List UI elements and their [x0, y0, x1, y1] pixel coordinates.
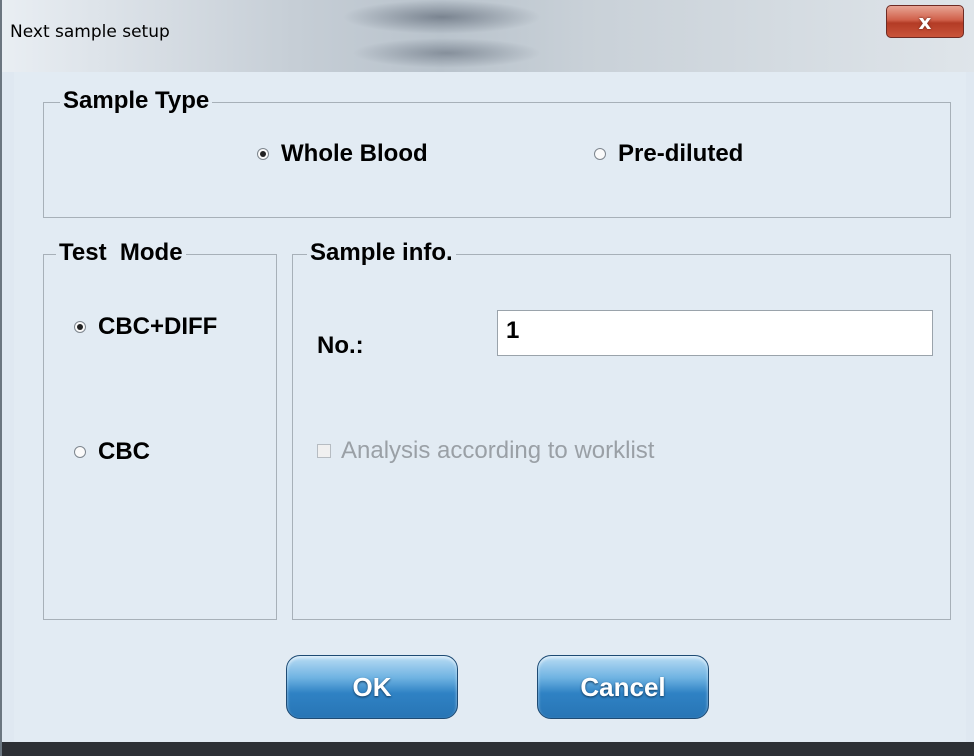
ok-button[interactable]: OK	[286, 655, 458, 719]
radio-cbc[interactable]: CBC	[74, 438, 150, 466]
sample-info-legend: Sample info.	[307, 239, 456, 267]
radio-selected-icon	[257, 148, 269, 160]
worklist-checkbox[interactable]: Analysis according to worklist	[317, 437, 654, 465]
radio-cbc-diff[interactable]: CBC+DIFF	[74, 313, 217, 341]
radio-whole-blood[interactable]: Whole Blood	[257, 140, 428, 168]
sample-type-legend: Sample Type	[60, 87, 213, 115]
window-title: Next sample setup	[10, 22, 170, 42]
checkbox-icon	[317, 444, 331, 458]
dialog-window: Next sample setup x Sample Type Whole Bl…	[0, 0, 974, 756]
close-icon: x	[918, 9, 932, 34]
window-bottom-edge	[2, 742, 974, 756]
background-blur	[352, 38, 542, 68]
radio-label: Whole Blood	[281, 140, 428, 167]
sample-number-label: No.:	[317, 332, 364, 359]
radio-label: Pre-diluted	[618, 140, 744, 167]
sample-info-group: Sample info. No.: 1 Analysis according t…	[292, 239, 951, 620]
sample-number-input[interactable]: 1	[497, 310, 933, 356]
worklist-checkbox-label: Analysis according to worklist	[341, 437, 655, 464]
radio-unselected-icon	[594, 148, 606, 160]
sample-type-group: Sample Type Whole Blood Pre-diluted	[43, 87, 951, 218]
radio-label: CBC	[98, 438, 150, 465]
radio-unselected-icon	[74, 446, 86, 458]
radio-label: CBC+DIFF	[98, 313, 218, 340]
dialog-body: Sample Type Whole Blood Pre-diluted Test…	[14, 72, 966, 742]
test-mode-legend: Test Mode	[56, 239, 186, 267]
radio-pre-diluted[interactable]: Pre-diluted	[594, 140, 743, 168]
test-mode-group: Test Mode CBC+DIFF CBC	[43, 239, 277, 620]
close-button[interactable]: x	[886, 5, 964, 38]
background-blur	[342, 0, 542, 34]
radio-selected-icon	[74, 321, 86, 333]
title-bar[interactable]: Next sample setup x	[2, 0, 974, 72]
cancel-button[interactable]: Cancel	[537, 655, 709, 719]
